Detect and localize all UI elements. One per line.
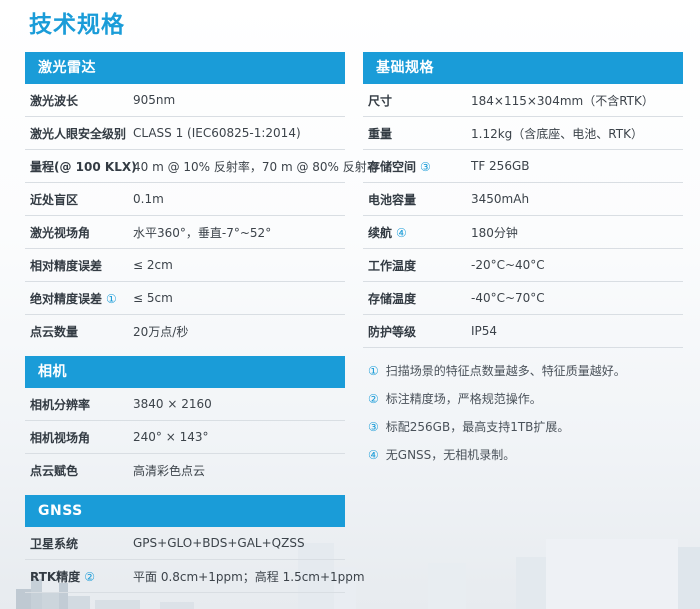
section-gnss: GNSS 卫星系统 GPS+GLO+BDS+GAL+QZSS RTK精度② 平面… <box>25 495 345 593</box>
footnote-text: 扫描场景的特征点数量越多、特征质量越好。 <box>386 364 626 379</box>
section-header-gnss: GNSS <box>25 495 345 527</box>
spec-value: 20万点/秒 <box>133 323 345 340</box>
spec-label: 量程(@ 100 KLX) <box>25 158 133 175</box>
section-header-lidar: 激光雷达 <box>25 52 345 84</box>
spec-row: 近处盲区 0.1m <box>25 183 345 216</box>
spec-label: 续航④ <box>363 224 471 241</box>
section-header-camera: 相机 <box>25 356 345 388</box>
spec-label: 点云赋色 <box>25 462 133 479</box>
spec-label: 存储空间③ <box>363 158 471 175</box>
section-basic: 基础规格 尺寸 184×115×304mm（不含RTK） 重量 1.12kg（含… <box>363 52 683 348</box>
footnote-text: 标注精度场，严格规范操作。 <box>386 392 542 407</box>
footnote-text: 无GNSS，无相机录制。 <box>386 448 516 463</box>
building-silhouette <box>160 602 194 609</box>
spec-value: 240° × 143° <box>133 430 345 444</box>
spec-label: 近处盲区 <box>25 191 133 208</box>
footnote-marker-4-icon: ④ <box>368 448 379 463</box>
spec-row: 尺寸 184×115×304mm（不含RTK） <box>363 84 683 117</box>
spec-value: IP54 <box>471 324 683 338</box>
building-silhouette <box>95 600 140 609</box>
spec-value: 184×115×304mm（不含RTK） <box>471 92 683 109</box>
section-header-basic: 基础规格 <box>363 52 683 84</box>
spec-label: 电池容量 <box>363 191 471 208</box>
spec-row: 防护等级 IP54 <box>363 315 683 348</box>
spec-value: 平面 0.8cm+1ppm；高程 1.5cm+1ppm <box>133 568 365 585</box>
spec-columns: 激光雷达 激光波长 905nm 激光人眼安全级别 CLASS 1 (IEC608… <box>25 52 683 593</box>
spec-label: 激光人眼安全级别 <box>25 125 133 142</box>
spec-row: 激光视场角 水平360°，垂直-7°~52° <box>25 216 345 249</box>
spec-row: 电池容量 3450mAh <box>363 183 683 216</box>
spec-label: 激光视场角 <box>25 224 133 241</box>
footnote-text: 标配256GB，最高支持1TB扩展。 <box>386 420 570 435</box>
footnote-ref-3-icon: ③ <box>420 160 431 174</box>
building-silhouette <box>68 596 90 609</box>
spec-row: 量程(@ 100 KLX) 40 m @ 10% 反射率，70 m @ 80% … <box>25 150 345 183</box>
footnote: ④ 无GNSS，无相机录制。 <box>368 448 683 463</box>
spec-row: 点云数量 20万点/秒 <box>25 315 345 348</box>
spec-label: 尺寸 <box>363 92 471 109</box>
spec-label: 存储温度 <box>363 290 471 307</box>
spec-value: 905nm <box>133 93 345 107</box>
spec-row: 相机视场角 240° × 143° <box>25 421 345 454</box>
spec-row: 相机分辨率 3840 × 2160 <box>25 388 345 421</box>
spec-row: 点云赋色 高清彩色点云 <box>25 454 345 487</box>
page-title: 技术规格 <box>29 12 683 39</box>
spec-value: 高清彩色点云 <box>133 462 345 479</box>
spec-value: 水平360°，垂直-7°~52° <box>133 224 345 241</box>
spec-value: 3840 × 2160 <box>133 397 345 411</box>
spec-label: 相机分辨率 <box>25 396 133 413</box>
spec-value: 3450mAh <box>471 192 683 206</box>
footnote-ref-1-icon: ① <box>106 292 117 306</box>
spec-row: 重量 1.12kg（含底座、电池、RTK） <box>363 117 683 150</box>
spec-value: CLASS 1 (IEC60825-1:2014) <box>133 126 345 140</box>
spec-row: 存储温度 -40°C~70°C <box>363 282 683 315</box>
section-camera: 相机 相机分辨率 3840 × 2160 相机视场角 240° × 143° 点… <box>25 356 345 487</box>
spec-row: 相对精度误差 ≤ 2cm <box>25 249 345 282</box>
footnote-ref-2-icon: ② <box>84 570 95 584</box>
footnote-marker-3-icon: ③ <box>368 420 379 435</box>
section-lidar: 激光雷达 激光波长 905nm 激光人眼安全级别 CLASS 1 (IEC608… <box>25 52 345 348</box>
spec-value: ≤ 5cm <box>133 291 345 305</box>
spec-label: RTK精度② <box>25 568 133 585</box>
spec-label: 防护等级 <box>363 323 471 340</box>
footnote: ① 扫描场景的特征点数量越多、特征质量越好。 <box>368 364 683 379</box>
spec-value: 1.12kg（含底座、电池、RTK） <box>471 125 683 142</box>
footnote: ③ 标配256GB，最高支持1TB扩展。 <box>368 420 683 435</box>
spec-page: 技术规格 激光雷达 激光波长 905nm 激光人眼安全级别 CLASS 1 (I… <box>0 0 700 593</box>
spec-label: 点云数量 <box>25 323 133 340</box>
spec-value: TF 256GB <box>471 159 683 173</box>
spec-value: -40°C~70°C <box>471 291 683 305</box>
spec-value: 180分钟 <box>471 224 683 241</box>
spec-row: 存储空间③ TF 256GB <box>363 150 683 183</box>
spec-label: 相对精度误差 <box>25 257 133 274</box>
spec-label: 相机视场角 <box>25 429 133 446</box>
spec-label: 工作温度 <box>363 257 471 274</box>
spec-value: ≤ 2cm <box>133 258 345 272</box>
spec-row: 卫星系统 GPS+GLO+BDS+GAL+QZSS <box>25 527 345 560</box>
right-column: 基础规格 尺寸 184×115×304mm（不含RTK） 重量 1.12kg（含… <box>363 52 683 593</box>
footnote-ref-4-icon: ④ <box>396 226 407 240</box>
spec-label: 激光波长 <box>25 92 133 109</box>
footnote-marker-2-icon: ② <box>368 392 379 407</box>
spec-value: 0.1m <box>133 192 345 206</box>
spec-row: 工作温度 -20°C~40°C <box>363 249 683 282</box>
spec-value: GPS+GLO+BDS+GAL+QZSS <box>133 536 345 550</box>
spec-value: 40 m @ 10% 反射率，70 m @ 80% 反射率 <box>133 158 379 175</box>
spec-row: RTK精度② 平面 0.8cm+1ppm；高程 1.5cm+1ppm <box>25 560 345 593</box>
footnote: ② 标注精度场，严格规范操作。 <box>368 392 683 407</box>
spec-row: 续航④ 180分钟 <box>363 216 683 249</box>
spec-value: -20°C~40°C <box>471 258 683 272</box>
building-silhouette <box>42 592 59 609</box>
footnotes: ① 扫描场景的特征点数量越多、特征质量越好。 ② 标注精度场，严格规范操作。 ③… <box>363 364 683 463</box>
spec-label: 重量 <box>363 125 471 142</box>
spec-label: 卫星系统 <box>25 535 133 552</box>
footnote-marker-1-icon: ① <box>368 364 379 379</box>
spec-row: 激光波长 905nm <box>25 84 345 117</box>
spec-row: 激光人眼安全级别 CLASS 1 (IEC60825-1:2014) <box>25 117 345 150</box>
left-column: 激光雷达 激光波长 905nm 激光人眼安全级别 CLASS 1 (IEC608… <box>25 52 345 593</box>
spec-row: 绝对精度误差① ≤ 5cm <box>25 282 345 315</box>
spec-label: 绝对精度误差① <box>25 290 133 307</box>
